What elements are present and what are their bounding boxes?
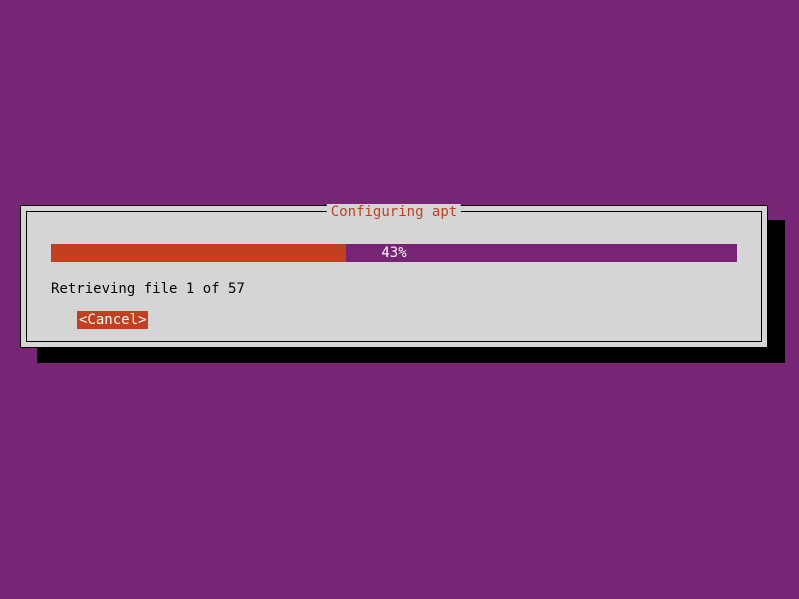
dialog-window: Configuring apt 43% Retrieving file 1 of…: [20, 205, 768, 348]
progress-bar: 43%: [51, 244, 737, 262]
dialog-title: Configuring apt: [327, 204, 461, 220]
status-text: Retrieving file 1 of 57: [51, 281, 245, 297]
progress-percent-label: 43%: [51, 244, 737, 262]
cancel-button[interactable]: <Cancel>: [77, 311, 148, 329]
